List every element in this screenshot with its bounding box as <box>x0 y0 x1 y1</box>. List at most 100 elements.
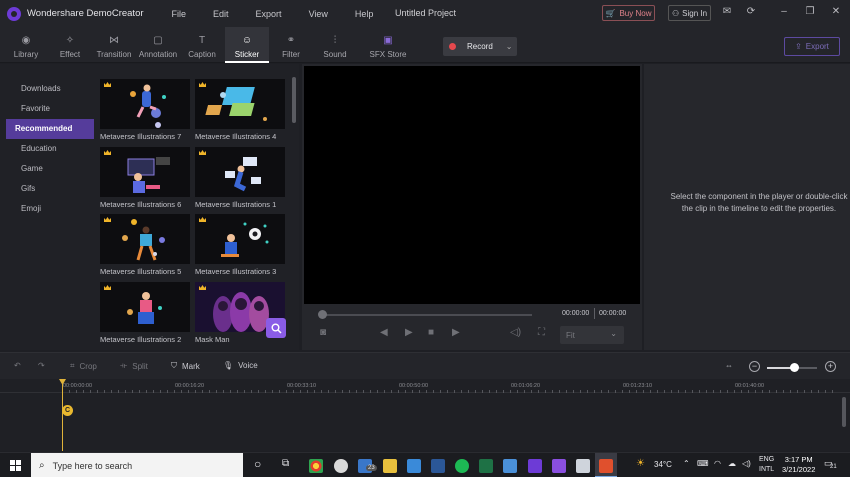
previous-frame-icon[interactable]: ◀ <box>380 327 388 338</box>
sticker-card[interactable]: Metaverse Illustrations 6 <box>100 147 190 209</box>
volume-icon[interactable]: ◁) <box>510 327 521 338</box>
category-game[interactable]: Game <box>6 159 94 179</box>
metaverse-illustration-image <box>130 84 166 128</box>
player-canvas[interactable] <box>304 66 640 304</box>
network-icon[interactable]: ⌨ <box>697 459 709 468</box>
player-progress-bar[interactable] <box>322 314 532 316</box>
export-button[interactable]: ⇪ Export <box>784 37 840 56</box>
fit-dropdown[interactable]: Fit ⌄ <box>560 326 624 344</box>
timeline-ruler[interactable]: 00:00:00:00 00:00:16:20 00:00:33:10 00:0… <box>0 379 850 393</box>
category-recommended[interactable]: Recommended <box>6 119 94 139</box>
cortana-icon[interactable]: ○ <box>254 457 261 471</box>
weather-temperature[interactable]: 34°C <box>654 460 672 469</box>
category-emoji[interactable]: Emoji <box>6 199 94 219</box>
sticker-card[interactable]: Metaverse Illustrations 2 <box>100 282 190 344</box>
crop-button[interactable]: ⌗ Crop <box>70 361 97 371</box>
search-icon: ⌕ <box>39 460 45 471</box>
excel-icon[interactable] <box>479 459 493 473</box>
ruler-label: 00:01:40:00 <box>735 383 765 389</box>
chevron-down-icon[interactable]: ⌄ <box>506 42 513 51</box>
fullscreen-icon[interactable]: ⛶ <box>538 327 545 338</box>
active-app-icon[interactable] <box>599 459 613 473</box>
store-icon[interactable] <box>407 459 421 473</box>
sticker-card[interactable]: Metaverse Illustrations 4 <box>195 79 285 141</box>
next-frame-icon[interactable]: ▶ <box>452 327 460 338</box>
sticker-category-list: Downloads Favorite Recommended Education… <box>0 64 94 350</box>
stop-icon[interactable]: ■ <box>428 327 434 338</box>
language-indicator[interactable]: ENG INTL <box>759 455 774 475</box>
playhead-marker[interactable]: C <box>62 405 73 416</box>
clock[interactable]: 3:17 PM 3/21/2022 <box>782 455 815 475</box>
sticker-card[interactable]: Metaverse Illustrations 5 <box>100 214 190 276</box>
sticker-card[interactable]: Metaverse Illustrations 3 <box>195 214 285 276</box>
tab-library[interactable]: ◉ Library <box>4 27 48 63</box>
task-view-icon[interactable]: ⧉ <box>282 458 289 469</box>
sticker-search-button[interactable] <box>266 318 286 338</box>
media-player-icon[interactable] <box>334 459 348 473</box>
menu-export[interactable]: Export <box>256 9 282 19</box>
zoom-out-icon[interactable]: − <box>749 361 760 372</box>
democreator-recorder-icon[interactable] <box>552 459 566 473</box>
tab-caption[interactable]: T Caption <box>180 27 224 63</box>
taskbar-search-box[interactable]: ⌕ Type here to search <box>31 453 243 477</box>
fit-timeline-icon[interactable]: ⇔ <box>725 361 733 370</box>
tab-effect[interactable]: ✧ Effect <box>48 27 92 63</box>
category-gifs[interactable]: Gifs <box>6 179 94 199</box>
sticker-scrollbar[interactable] <box>292 77 296 123</box>
timeline-scrollbar[interactable] <box>842 397 846 427</box>
playhead[interactable] <box>62 380 63 451</box>
minimize-icon[interactable]: – <box>778 6 790 18</box>
windows-start-icon[interactable] <box>10 460 21 471</box>
buy-now-button[interactable]: 🛒 Buy Now <box>602 5 655 21</box>
undo-icon[interactable]: ↶ <box>14 361 21 370</box>
cloud-icon[interactable]: ☁ <box>728 459 736 468</box>
mail-icon[interactable]: ✉ <box>721 6 733 18</box>
category-downloads[interactable]: Downloads <box>6 79 94 99</box>
menu-edit[interactable]: Edit <box>213 9 229 19</box>
split-button[interactable]: ⟛ Split <box>120 361 148 371</box>
spotify-icon[interactable] <box>455 459 469 473</box>
play-icon[interactable]: ▶ <box>405 327 413 338</box>
camera-icon[interactable]: ◙ <box>320 327 326 338</box>
menu-help[interactable]: Help <box>355 9 374 19</box>
tab-annotation[interactable]: ▢ Annotation <box>136 27 180 63</box>
tab-filter[interactable]: ⚭ Filter <box>269 27 313 63</box>
sticker-card[interactable]: Metaverse Illustrations 7 <box>100 79 190 141</box>
chevron-up-icon[interactable]: ⌃ <box>683 459 690 468</box>
weather-icon[interactable]: ☀ <box>636 458 645 469</box>
wifi-icon[interactable]: ◠ <box>714 459 721 468</box>
search-placeholder: Type here to search <box>52 460 133 471</box>
sound-icon: ⫶ <box>333 35 337 46</box>
record-button[interactable]: Record ⌄ <box>443 37 517 56</box>
democreator-taskbar-icon[interactable] <box>528 459 542 473</box>
sign-in-button[interactable]: ⚇ Sign In <box>668 5 711 21</box>
app-icon[interactable] <box>576 459 590 473</box>
tab-sticker[interactable]: ☺ Sticker <box>225 27 269 63</box>
timeline[interactable]: 00:00:00:00 00:00:16:20 00:00:33:10 00:0… <box>0 379 850 451</box>
sync-icon[interactable]: ⟳ <box>745 6 757 18</box>
tab-sound[interactable]: ⫶ Sound <box>313 27 357 63</box>
voice-button[interactable]: 🎙 Voice <box>223 361 258 370</box>
photos-icon[interactable] <box>503 459 517 473</box>
menu-file[interactable]: File <box>172 9 187 19</box>
ruler-label: 00:00:00:00 <box>63 383 93 389</box>
word-icon[interactable] <box>431 459 445 473</box>
sticker-card[interactable]: Metaverse Illustrations 1 <box>195 147 285 209</box>
category-favorite[interactable]: Favorite <box>6 99 94 119</box>
mark-button[interactable]: ⛉ Mark <box>171 361 200 371</box>
file-explorer-icon[interactable] <box>383 459 397 473</box>
sticker-thumbnail <box>195 147 285 197</box>
redo-icon[interactable]: ↷ <box>38 361 45 370</box>
restore-icon[interactable]: ❐ <box>804 6 816 18</box>
timeline-toolbar: ↶ ↷ ⌗ Crop ⟛ Split ⛉ Mark 🎙 Voice ⇔ − + <box>0 352 850 379</box>
zoom-slider-handle[interactable] <box>790 363 799 372</box>
tab-transition[interactable]: ⋈ Transition <box>92 27 136 63</box>
progress-handle[interactable] <box>318 310 327 319</box>
close-icon[interactable]: ✕ <box>830 6 842 18</box>
speaker-icon[interactable]: ◁) <box>742 459 751 468</box>
tab-sfx-store[interactable]: ▣ SFX Store <box>366 27 410 63</box>
menu-view[interactable]: View <box>309 9 328 19</box>
chrome-icon[interactable] <box>309 459 323 473</box>
zoom-in-icon[interactable]: + <box>825 361 836 372</box>
category-education[interactable]: Education <box>6 139 94 159</box>
